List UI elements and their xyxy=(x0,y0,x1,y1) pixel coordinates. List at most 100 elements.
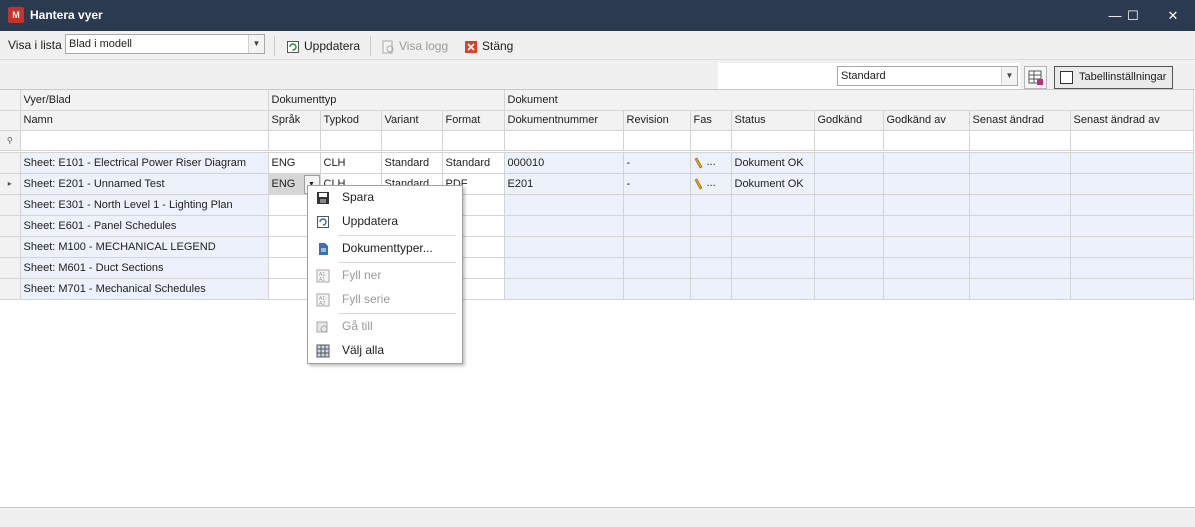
views-table: Vyer/Blad Dokumenttyp Dokument Namn Språ… xyxy=(0,90,1194,300)
table-row[interactable]: Sheet: E301 - North Level 1 - Lighting P… xyxy=(0,194,1194,216)
table-row[interactable]: Sheet: M601 - Duct Sections xyxy=(0,257,1194,279)
col-header-status[interactable]: Status xyxy=(731,110,815,131)
toolbar-separator xyxy=(370,36,371,56)
document-icon xyxy=(316,241,330,255)
col-header-variant[interactable]: Variant xyxy=(381,110,443,131)
cell-format[interactable]: Standard xyxy=(442,152,505,174)
cell-phase[interactable]: ... xyxy=(690,173,732,195)
menu-item-save-label: Spara xyxy=(342,190,375,204)
cell-language[interactable]: ENG xyxy=(268,152,321,174)
table-layout-icon xyxy=(1028,70,1043,85)
table-settings-label: Tabellinställningar xyxy=(1079,71,1167,83)
menu-item-save[interactable]: Spara xyxy=(308,186,462,209)
table-row[interactable]: Sheet: E601 - Panel Schedules xyxy=(0,215,1194,237)
chevron-down-icon[interactable]: ▼ xyxy=(1001,67,1017,85)
col-header-phase[interactable]: Fas xyxy=(690,110,732,131)
cell-name[interactable]: Sheet: E101 - Electrical Power Riser Dia… xyxy=(20,152,269,174)
col-header-revision[interactable]: Revision xyxy=(623,110,691,131)
layout-value: Standard xyxy=(841,70,886,82)
close-icon xyxy=(464,39,478,53)
table-settings-icon xyxy=(1060,71,1073,84)
close-button-label: Stäng xyxy=(482,39,514,53)
svg-text:A1: A1 xyxy=(319,277,325,283)
cell-revision[interactable]: - xyxy=(623,173,691,195)
close-button[interactable]: Stäng xyxy=(464,35,513,57)
col-header-approved[interactable]: Godkänd xyxy=(814,110,884,131)
table-row[interactable]: Sheet: M100 - MECHANICAL LEGEND xyxy=(0,236,1194,258)
col-header-last-changed[interactable]: Senast ändrad xyxy=(969,110,1071,131)
phase-more[interactable]: ... xyxy=(707,156,716,168)
cell-docnumber[interactable]: E201 xyxy=(504,173,624,195)
show-in-list-combo[interactable]: Blad i modell ▼ xyxy=(65,34,265,54)
band-document[interactable]: Dokument xyxy=(504,90,1194,111)
save-icon xyxy=(316,190,330,204)
status-bar xyxy=(0,507,1195,527)
cell-name[interactable]: Sheet: M601 - Duct Sections xyxy=(20,257,269,279)
update-button-label: Uppdatera xyxy=(304,39,361,53)
band-doctype[interactable]: Dokumenttyp xyxy=(268,90,505,111)
menu-item-select-all-label: Välj alla xyxy=(342,343,385,357)
cell-variant[interactable]: Standard xyxy=(381,152,443,174)
menu-item-fill-series[interactable]: A1 A2 Fyll serie xyxy=(308,288,462,311)
menu-item-update-label: Uppdatera xyxy=(342,214,399,228)
filter-row[interactable]: ⚲ xyxy=(0,130,1194,151)
col-header-language[interactable]: Språk xyxy=(268,110,321,131)
cell-name[interactable]: Sheet: E201 - Unnamed Test xyxy=(20,173,269,195)
table-row[interactable]: Sheet: M701 - Mechanical Schedules xyxy=(0,278,1194,300)
phase-more[interactable]: ... xyxy=(707,177,716,189)
cell-name[interactable]: Sheet: E601 - Panel Schedules xyxy=(20,215,269,237)
menu-item-select-all[interactable]: Välj alla xyxy=(308,339,462,362)
cell-name[interactable]: Sheet: M701 - Mechanical Schedules xyxy=(20,278,269,300)
menu-item-update[interactable]: Uppdatera xyxy=(308,210,462,233)
toolbar: Visa i lista Blad i modell ▼ Uppdatera V… xyxy=(0,31,1195,59)
settings-strip: Standard ▼ Tabellinställningar xyxy=(0,59,1195,90)
svg-text:A2: A2 xyxy=(319,301,325,307)
cell-language[interactable]: ENG xyxy=(272,178,296,190)
fill-series-icon: A1 A2 xyxy=(316,292,330,307)
col-header-name[interactable]: Namn xyxy=(20,110,269,131)
menu-item-goto[interactable]: Gå till xyxy=(308,315,462,338)
menu-item-goto-label: Gå till xyxy=(342,319,373,333)
layout-options-button[interactable] xyxy=(1024,66,1047,89)
menu-item-fill-series-label: Fyll serie xyxy=(342,292,391,306)
update-button[interactable]: Uppdatera xyxy=(286,35,360,57)
current-row-indicator[interactable]: ▸ xyxy=(0,173,21,195)
cell-status[interactable]: Dokument OK xyxy=(731,152,815,174)
goto-icon xyxy=(316,319,330,333)
pencil-icon[interactable] xyxy=(694,178,704,190)
col-header-last-changed-by[interactable]: Senast ändrad av xyxy=(1070,110,1194,131)
col-header-typecode[interactable]: Typkod xyxy=(320,110,382,131)
select-all-icon xyxy=(316,343,330,358)
refresh-icon xyxy=(316,214,330,228)
show-log-button[interactable]: Visa logg xyxy=(381,35,448,57)
cell-revision[interactable]: - xyxy=(623,152,691,174)
cell-name[interactable]: Sheet: M100 - MECHANICAL LEGEND xyxy=(20,236,269,258)
close-window-button[interactable]: ✕ xyxy=(1153,0,1193,31)
show-log-button-label: Visa logg xyxy=(399,39,449,53)
cell-phase[interactable]: ... xyxy=(690,152,732,174)
table-row[interactable]: ▸ Sheet: E201 - Unnamed Test ENG ▼ CLH St… xyxy=(0,173,1194,195)
cell-name[interactable]: Sheet: E301 - North Level 1 - Lighting P… xyxy=(20,194,269,216)
pencil-icon[interactable] xyxy=(694,157,704,169)
col-header-docnumber[interactable]: Dokumentnummer xyxy=(504,110,624,131)
layout-combo[interactable]: Standard ▼ xyxy=(837,66,1018,86)
maximize-button[interactable]: ☐ xyxy=(1113,0,1153,31)
cell-docnumber[interactable]: 000010 xyxy=(504,152,624,174)
filter-icon[interactable]: ⚲ xyxy=(0,130,21,151)
menu-item-fill-down[interactable]: A1 A1 Fyll ner xyxy=(308,264,462,287)
table-row[interactable]: Sheet: E101 - Electrical Power Riser Dia… xyxy=(0,152,1194,174)
cell-status[interactable]: Dokument OK xyxy=(731,173,815,195)
menu-item-doctypes[interactable]: Dokumenttyper... xyxy=(308,237,462,260)
chevron-down-icon[interactable]: ▼ xyxy=(248,35,264,53)
menu-item-doctypes-label: Dokumenttyper... xyxy=(342,241,433,255)
col-header-format[interactable]: Format xyxy=(442,110,505,131)
table-settings-button[interactable]: Tabellinställningar xyxy=(1054,66,1173,89)
toolbar-separator xyxy=(274,36,275,56)
log-icon xyxy=(381,39,395,54)
menu-separator xyxy=(338,235,456,236)
app-logo-icon: M xyxy=(8,7,24,23)
col-header-approved-by[interactable]: Godkänd av xyxy=(883,110,970,131)
cell-typecode[interactable]: CLH xyxy=(320,152,382,174)
band-views[interactable]: Vyer/Blad xyxy=(20,90,269,111)
views-grid: Vyer/Blad Dokumenttyp Dokument Namn Språ… xyxy=(0,89,1195,507)
